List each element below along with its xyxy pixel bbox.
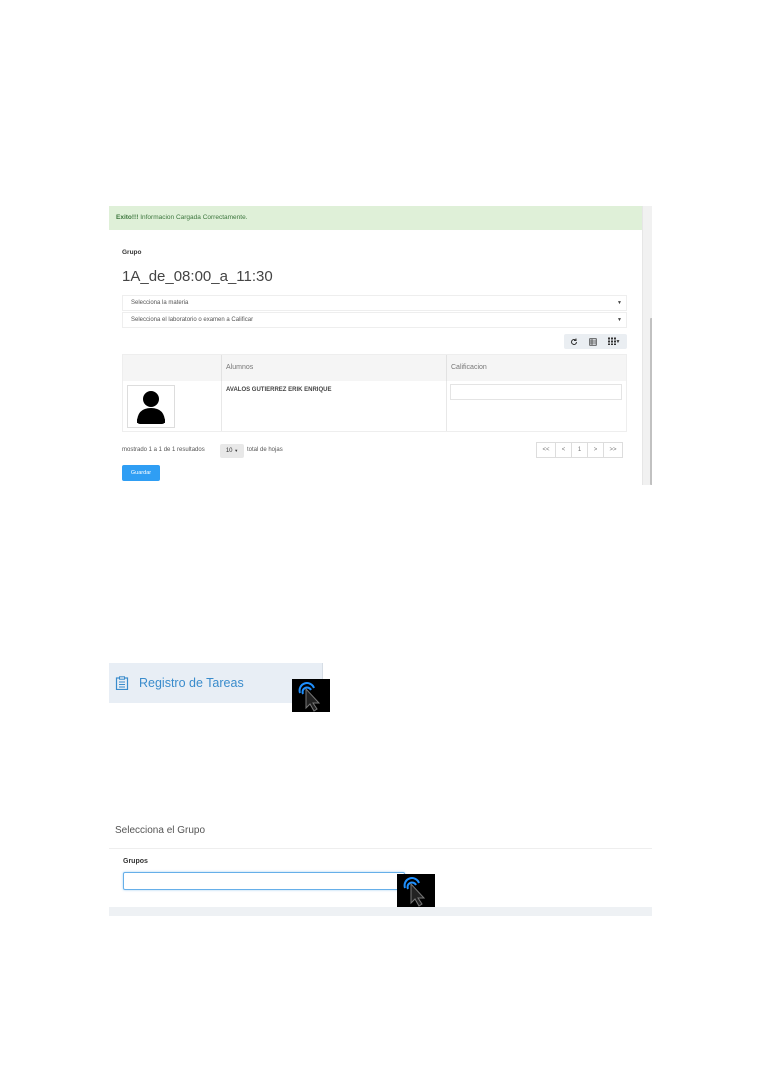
panel-title: Selecciona el Grupo <box>115 825 206 836</box>
alert-text: Informacion Cargada Correctamente. <box>138 214 248 221</box>
cell-divider <box>446 381 447 431</box>
registro-tareas-menu-item[interactable]: Registro de Tareas <box>109 663 323 703</box>
student-photo <box>127 385 175 428</box>
scrollbar-thumb[interactable] <box>650 318 652 485</box>
save-button[interactable]: Guardar <box>122 465 160 481</box>
total-pages-label: total de hojas <box>247 447 283 453</box>
page-size-dropdown[interactable]: 10 ▼ <box>220 444 244 458</box>
table-header: Alumnos Calificacion <box>123 355 626 381</box>
panel-footer <box>109 907 652 916</box>
examen-select[interactable]: Selecciona el laboratorio o examen a Cal… <box>122 312 627 328</box>
pagination: << < 1 > >> <box>536 442 623 458</box>
page-prev-button[interactable]: < <box>555 442 572 458</box>
grupos-label: Grupos <box>123 858 148 865</box>
caret-down-icon: ▼ <box>234 448 239 453</box>
user-avatar-icon <box>137 391 165 424</box>
refresh-button[interactable] <box>565 334 583 349</box>
grupos-input[interactable] <box>123 872 405 890</box>
columns-dropdown-button[interactable]: ▼ <box>603 334 625 349</box>
success-alert: Exito!!! Informacion Cargada Correctamen… <box>109 206 642 230</box>
table-toolbar: ▼ <box>564 334 627 349</box>
students-table: Alumnos Calificacion AVALOS GUTIERREZ ER… <box>122 354 627 432</box>
group-label: Grupo <box>122 249 142 256</box>
caret-down-icon: ▼ <box>615 339 621 345</box>
cell-divider <box>221 381 222 431</box>
divider <box>109 848 652 849</box>
clipboard-icon <box>115 676 129 690</box>
group-name: 1A_de_08:00_a_11:30 <box>122 268 273 285</box>
materia-select[interactable]: Selecciona la materia ▼ <box>122 295 627 311</box>
menu-item-label: Registro de Tareas <box>139 676 244 690</box>
alert-strong: Exito!!! <box>116 214 139 221</box>
student-name: AVALOS GUTIERREZ ERIK ENRIQUE <box>226 387 332 393</box>
calificacion-input[interactable] <box>450 384 622 400</box>
caret-down-icon: ▼ <box>617 317 622 323</box>
grading-panel: Exito!!! Informacion Cargada Correctamen… <box>109 206 652 485</box>
examen-select-label: Selecciona el laboratorio o examen a Cal… <box>131 317 254 323</box>
click-cursor-icon <box>397 874 435 907</box>
page-size-value: 10 <box>225 448 233 454</box>
columns-icon <box>607 337 616 346</box>
materia-select-label: Selecciona la materia <box>131 300 189 306</box>
column-header-calificacion[interactable]: Calificacion <box>446 355 626 381</box>
pagination-info: mostrado 1 a 1 de 1 resultados <box>122 447 205 453</box>
table-row: AVALOS GUTIERREZ ERIK ENRIQUE <box>123 381 626 431</box>
page-number-button[interactable]: 1 <box>571 442 588 458</box>
page-next-button[interactable]: > <box>587 442 604 458</box>
toggle-view-button[interactable] <box>584 334 602 349</box>
select-group-panel: Selecciona el Grupo Grupos <box>109 815 652 916</box>
click-cursor-icon <box>292 679 330 712</box>
column-header-alumnos[interactable]: Alumnos <box>221 355 446 381</box>
page-last-button[interactable]: >> <box>603 442 623 458</box>
caret-down-icon: ▼ <box>617 300 622 306</box>
refresh-icon <box>571 338 577 345</box>
toggle-view-icon <box>589 338 597 346</box>
page-first-button[interactable]: << <box>536 442 556 458</box>
column-header-photo <box>123 355 221 381</box>
